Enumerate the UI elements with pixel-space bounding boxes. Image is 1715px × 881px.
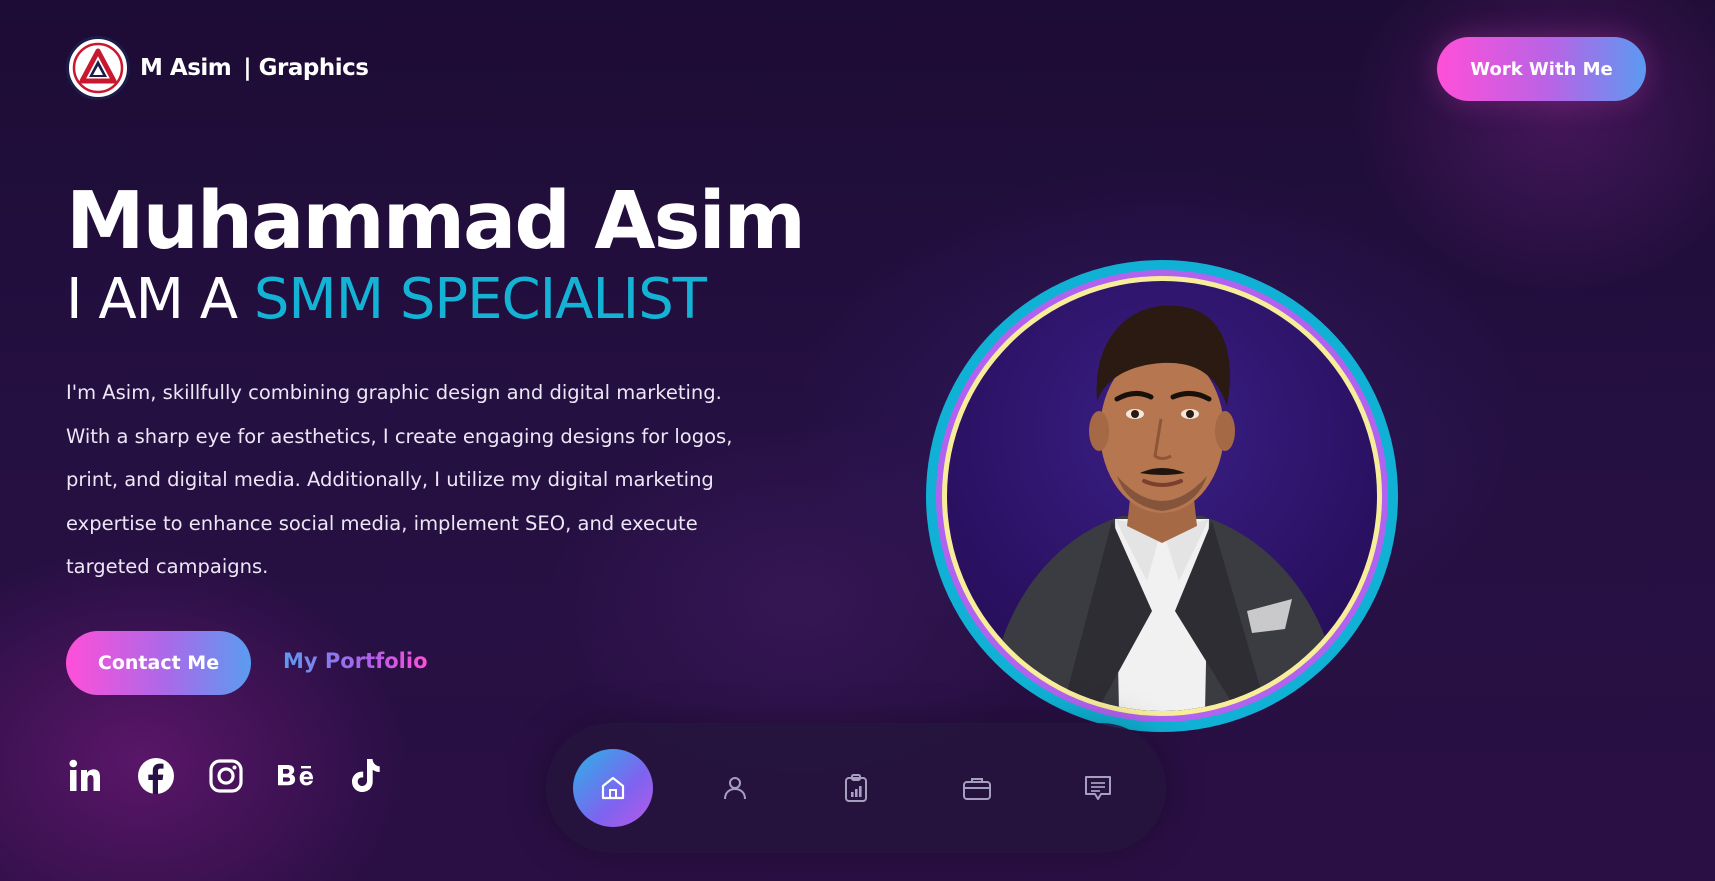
- linkedin-icon[interactable]: [66, 756, 106, 796]
- work-with-me-button[interactable]: Work With Me: [1437, 37, 1646, 101]
- briefcase-icon: [963, 778, 991, 800]
- brand-tagline: | Graphics: [243, 55, 369, 81]
- clipboard-chart-icon: [845, 774, 867, 802]
- brand-logo[interactable]: M Asim | Graphics: [66, 36, 369, 100]
- role-highlight: SMM SPECIALIST: [253, 267, 707, 332]
- nav-about[interactable]: [695, 749, 775, 827]
- triangle-logo-icon: [66, 36, 130, 100]
- nav-home[interactable]: [573, 749, 653, 827]
- nav-contact[interactable]: [1058, 749, 1138, 827]
- profile-photo: [947, 281, 1377, 711]
- home-icon: [601, 776, 625, 800]
- instagram-icon[interactable]: [206, 756, 246, 796]
- contact-me-button[interactable]: Contact Me: [66, 631, 251, 695]
- brand-name: M Asim | Graphics: [140, 55, 369, 81]
- nav-portfolio[interactable]: [937, 749, 1017, 827]
- role-prefix: I AM A: [66, 267, 238, 332]
- social-links: [66, 756, 386, 796]
- chat-icon: [1085, 776, 1111, 800]
- bottom-nav-dock: [546, 723, 1166, 853]
- tiktok-icon[interactable]: [346, 756, 386, 796]
- my-portfolio-link[interactable]: My Portfolio: [283, 649, 428, 673]
- hero-role: I AM A SMM SPECIALIST: [66, 272, 707, 328]
- nav-services[interactable]: [816, 749, 896, 827]
- hero-name: Muhammad Asim: [66, 175, 806, 267]
- portrait-frame: [926, 260, 1398, 732]
- facebook-icon[interactable]: [136, 756, 176, 796]
- behance-icon[interactable]: [276, 756, 316, 796]
- user-icon: [724, 777, 746, 800]
- brand-title: M Asim: [140, 55, 232, 81]
- hero-bio: I'm Asim, skillfully combining graphic d…: [66, 381, 733, 578]
